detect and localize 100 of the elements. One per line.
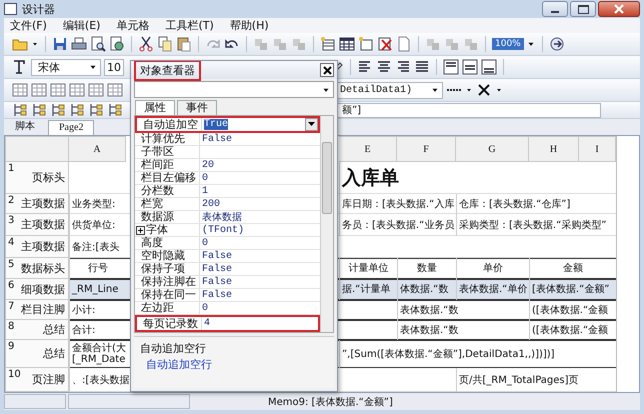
property-name: 分栏数 (140, 185, 174, 197)
exit-icon[interactable] (548, 36, 565, 52)
table-star-icon[interactable] (320, 36, 336, 52)
tree-icon[interactable] (12, 102, 28, 118)
menu-item[interactable]: 工具栏(T) (165, 18, 214, 33)
column-header[interactable]: E (339, 136, 397, 162)
table-cell: 供货单位: (69, 214, 126, 236)
save-icon[interactable] (52, 36, 68, 52)
menu-item[interactable]: 单元格 (116, 18, 150, 33)
page-star-icon[interactable] (358, 36, 374, 52)
property-name: 栏间距 (140, 159, 174, 171)
close-button[interactable] (598, 1, 640, 17)
property-row[interactable]: 数据源 表体数据 (135, 211, 320, 224)
tree-icon[interactable] (107, 102, 123, 118)
row-number: 10 (8, 369, 21, 380)
table-cell: 库日期：[表头数据.“入库 (339, 194, 456, 214)
property-value: 1 (202, 186, 208, 196)
copy-icon[interactable] (157, 36, 173, 52)
tree-icon[interactable] (88, 102, 104, 118)
table-cell: 体数据.“数 (397, 279, 456, 300)
property-name: 计算优先 (140, 133, 185, 145)
printer-icon[interactable] (71, 36, 87, 52)
grid-icon[interactable] (107, 82, 123, 98)
column-header[interactable]: H (529, 136, 579, 162)
report-title: 入库单 (339, 162, 616, 194)
column-header[interactable]: I (579, 136, 616, 162)
property-name: 数据源 (140, 211, 174, 223)
table-cell: 业务类型: (69, 194, 126, 214)
column-header[interactable]: G (456, 136, 529, 162)
row-number: 5 (8, 259, 14, 270)
dataset-dropdown[interactable]: DetailData1) (337, 82, 443, 98)
band-label: 主项数据 (21, 217, 65, 232)
table-icon[interactable] (339, 36, 355, 52)
property-value: 0 (202, 238, 208, 248)
cross-icon[interactable] (476, 82, 492, 98)
expand-icon[interactable] (136, 226, 145, 234)
grid-icon[interactable] (50, 82, 66, 98)
maximize-button[interactable] (570, 1, 596, 17)
property-row[interactable]: 保持注脚在 False (135, 276, 320, 289)
paste-icon[interactable] (176, 36, 192, 52)
property-row[interactable]: 子带区 (135, 146, 320, 159)
description-link[interactable]: 自动追加空行 (140, 357, 328, 372)
align-bottom-icon[interactable] (481, 59, 497, 75)
property-row[interactable]: 字体 (TFont) (135, 224, 320, 237)
property-row[interactable]: 每页记录数 4 (135, 315, 320, 332)
close-button[interactable] (320, 63, 334, 77)
align-justify-icon[interactable] (414, 59, 430, 75)
property-row[interactable]: 保持在同一 False (135, 289, 320, 302)
band-label: 页标头 (32, 170, 65, 185)
page-cross-icon[interactable] (377, 36, 393, 52)
grid-icon[interactable] (31, 82, 47, 98)
value-dropdown-button[interactable] (305, 118, 318, 131)
align-right-icon[interactable] (395, 59, 411, 75)
table-cell: 金额合计(大 [_RM_Date (69, 340, 126, 368)
table-cell: 务员：[表头数据.“业务员 (339, 214, 456, 236)
property-row[interactable]: 计算优先 False (135, 133, 320, 146)
grid-icon[interactable] (88, 82, 104, 98)
tree-icon[interactable] (50, 102, 66, 118)
sheet-tab[interactable]: 脚本 (4, 119, 46, 135)
property-name: 高度 (140, 237, 163, 249)
column-header[interactable]: A (69, 136, 126, 162)
status-text: Memo9: [表体数据.“金额”] (268, 396, 393, 408)
minimize-button[interactable] (542, 1, 568, 17)
sheet-tab[interactable]: Page2 (48, 120, 94, 135)
table-cell: ([表体数据.“金额 (529, 300, 616, 320)
menu-item[interactable]: 帮助(H) (230, 18, 269, 33)
font-size-dropdown[interactable]: 10 (104, 58, 124, 76)
column-header[interactable]: F (397, 136, 456, 162)
property-row[interactable]: 高度 0 (135, 237, 320, 250)
align-left-icon[interactable] (357, 59, 373, 75)
property-row[interactable]: 自动追加空 True (135, 116, 320, 133)
property-row[interactable]: 分栏数 1 (135, 185, 320, 198)
menu-item[interactable]: 编辑(E) (62, 18, 100, 33)
align-top-icon[interactable] (443, 59, 459, 75)
property-row[interactable]: 空时隐藏 False (135, 250, 320, 263)
align-center-icon[interactable] (376, 59, 392, 75)
tab[interactable]: 属性 (135, 100, 175, 115)
tree-icon[interactable] (31, 102, 47, 118)
property-row[interactable]: 栏目左偏移 0 (135, 172, 320, 185)
scissors-icon[interactable] (138, 36, 154, 52)
formula-field[interactable]: 额”] (337, 102, 601, 118)
font-dropdown[interactable]: 宋体 (31, 58, 101, 76)
property-row[interactable]: 栏宽 200 (135, 198, 320, 211)
page-icon[interactable] (396, 36, 412, 52)
font-icon[interactable] (12, 59, 28, 75)
status-panel (4, 394, 66, 409)
property-row[interactable]: 左边距 0 (135, 302, 320, 315)
property-value: False (202, 134, 232, 144)
property-row[interactable]: 栏间距 20 (135, 159, 320, 172)
grid-icon[interactable] (69, 82, 85, 98)
scrollbar[interactable] (320, 116, 333, 332)
menu-item[interactable]: 文件(F) (10, 18, 47, 33)
tree-icon[interactable] (69, 102, 85, 118)
property-row[interactable]: 保持子项 False (135, 263, 320, 276)
property-value: 0 (202, 302, 208, 314)
grid-icon[interactable] (12, 82, 28, 98)
print-preview-icon[interactable] (90, 36, 106, 52)
align-middle-icon[interactable] (462, 59, 478, 75)
property-name: 自动追加空 (142, 118, 198, 130)
page-gear-icon[interactable] (109, 36, 125, 52)
